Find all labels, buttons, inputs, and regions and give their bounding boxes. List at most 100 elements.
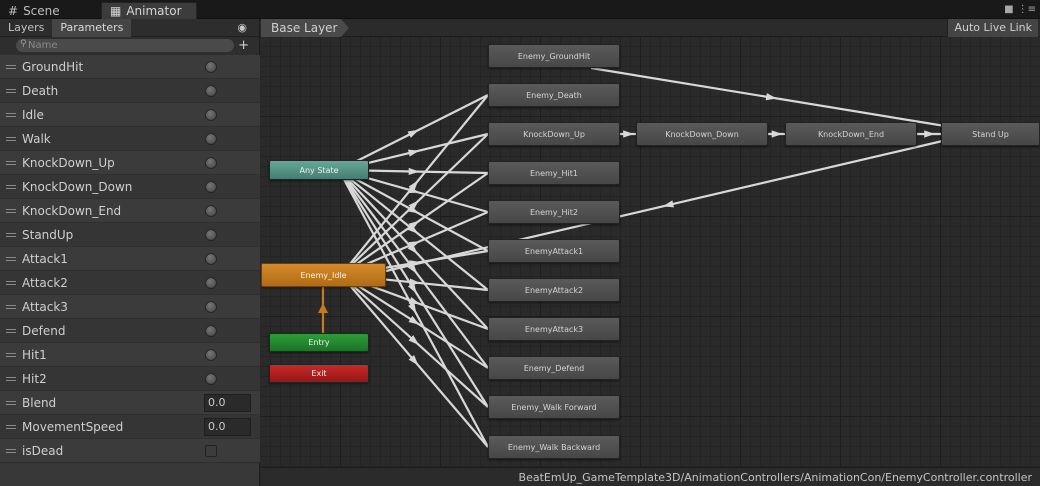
state-enemy-walk-backward[interactable]: Enemy_Walk Backward: [488, 435, 620, 459]
trigger-toggle[interactable]: [205, 61, 217, 73]
tab-parameters[interactable]: Parameters: [52, 18, 132, 37]
parameter-row[interactable]: GroundHit: [0, 55, 260, 79]
parameter-name: GroundHit: [22, 59, 84, 74]
parameter-row[interactable]: Attack2: [0, 271, 260, 295]
state-enemy-walk-forward[interactable]: Enemy_Walk Forward: [488, 395, 620, 419]
parameter-row[interactable]: Idle: [0, 103, 260, 127]
controller-path: BeatEmUp_GameTemplate3D/AnimationControl…: [518, 471, 1032, 484]
drag-handle-icon[interactable]: [0, 232, 22, 237]
drag-handle-icon[interactable]: [0, 328, 22, 333]
state-any-state[interactable]: Any State: [269, 160, 369, 180]
animator-graph[interactable]: Base Layer Auto Live Link Enemy_GroundHi…: [261, 19, 1040, 486]
parameter-row[interactable]: Defend: [0, 319, 260, 343]
trigger-toggle[interactable]: [205, 181, 217, 193]
drag-handle-icon[interactable]: [0, 400, 22, 405]
tab-layers[interactable]: Layers: [0, 19, 52, 37]
drag-handle-icon[interactable]: [0, 352, 22, 357]
trigger-toggle[interactable]: [205, 85, 217, 97]
trigger-toggle[interactable]: [205, 325, 217, 337]
state-enemy-death[interactable]: Enemy_Death: [488, 83, 620, 107]
parameter-name: isDead: [22, 443, 64, 458]
state-enemy-idle[interactable]: Enemy_Idle: [261, 263, 386, 287]
parameter-row[interactable]: Blend 0.0: [0, 391, 260, 415]
drag-handle-icon[interactable]: [0, 208, 22, 213]
state-enemy-hit2[interactable]: Enemy_Hit2: [488, 200, 620, 224]
drag-handle-icon[interactable]: [0, 424, 22, 429]
trigger-toggle[interactable]: [205, 157, 217, 169]
state-stand-up[interactable]: Stand Up: [941, 122, 1040, 146]
drag-handle-icon[interactable]: [0, 88, 22, 93]
drag-handle-icon[interactable]: [0, 376, 22, 381]
parameter-name: Hit2: [22, 371, 47, 386]
parameter-name: Attack2: [22, 275, 68, 290]
drag-handle-icon[interactable]: [0, 136, 22, 141]
parameter-row[interactable]: Hit1: [0, 343, 260, 367]
float-value-field[interactable]: 0.0: [204, 418, 251, 436]
state-enemy-attack3[interactable]: EnemyAttack3: [488, 317, 620, 341]
state-enemy-groundhit[interactable]: Enemy_GroundHit: [488, 44, 620, 68]
state-enemy-attack2[interactable]: EnemyAttack2: [488, 278, 620, 302]
bool-checkbox[interactable]: [205, 445, 217, 457]
tab-scene[interactable]: # Scene: [0, 2, 96, 19]
trigger-toggle[interactable]: [205, 229, 217, 241]
parameter-name: Death: [22, 83, 59, 98]
state-enemy-hit1[interactable]: Enemy_Hit1: [488, 161, 620, 185]
transition-arrow: [408, 302, 417, 314]
eye-icon[interactable]: ◉: [237, 21, 247, 34]
trigger-toggle[interactable]: [205, 253, 217, 265]
parameter-row[interactable]: Death: [0, 79, 260, 103]
parameter-name: Defend: [22, 323, 66, 338]
trigger-toggle[interactable]: [205, 301, 217, 313]
trigger-toggle[interactable]: [205, 349, 217, 361]
transition-arrow: [662, 200, 674, 208]
state-entry[interactable]: Entry: [269, 333, 369, 352]
state-enemy-defend[interactable]: Enemy_Defend: [488, 356, 620, 380]
parameter-row[interactable]: MovementSpeed 0.0: [0, 415, 260, 439]
drag-handle-icon[interactable]: [0, 280, 22, 285]
parameter-name: KnockDown_End: [22, 203, 122, 218]
auto-live-link-button[interactable]: Auto Live Link: [947, 19, 1038, 37]
parameter-name: Attack1: [22, 251, 68, 266]
trigger-toggle[interactable]: [205, 205, 217, 217]
breadcrumb-base-layer[interactable]: Base Layer: [261, 19, 349, 37]
drag-handle-icon[interactable]: [0, 184, 22, 189]
state-enemy-attack1[interactable]: EnemyAttack1: [488, 239, 620, 263]
drag-handle-icon[interactable]: [0, 448, 22, 453]
parameter-row[interactable]: KnockDown_End: [0, 199, 260, 223]
parameter-row[interactable]: Attack3: [0, 295, 260, 319]
trigger-toggle[interactable]: [205, 109, 217, 121]
parameter-row[interactable]: isDead: [0, 439, 260, 463]
transition-arrow: [623, 130, 634, 138]
drag-handle-icon[interactable]: [0, 64, 22, 69]
parameter-row[interactable]: Attack1: [0, 247, 260, 271]
trigger-toggle[interactable]: [205, 373, 217, 385]
parameter-name: Walk: [22, 131, 51, 146]
lock-icon[interactable]: ■: [1004, 4, 1013, 15]
transition-arrow: [771, 130, 783, 138]
parameter-name: StandUp: [22, 227, 74, 242]
add-parameter-button[interactable]: +: [238, 38, 249, 53]
state-knockdown-down[interactable]: KnockDown_Down: [636, 122, 768, 146]
animator-icon: ▦: [110, 4, 122, 18]
parameter-row[interactable]: Walk: [0, 127, 260, 151]
float-value-field[interactable]: 0.0: [204, 394, 251, 412]
menu-icon[interactable]: ⋮≡: [1018, 4, 1036, 15]
status-bar: BeatEmUp_GameTemplate3D/AnimationControl…: [261, 467, 1040, 486]
drag-handle-icon[interactable]: [0, 112, 22, 117]
search-input[interactable]: ⚲ Name: [16, 39, 234, 52]
state-knockdown-end[interactable]: KnockDown_End: [785, 122, 917, 146]
parameter-name: Blend: [22, 395, 57, 410]
trigger-toggle[interactable]: [205, 277, 217, 289]
trigger-toggle[interactable]: [205, 133, 217, 145]
tab-animator[interactable]: ▦ Animator: [101, 2, 197, 19]
parameter-row[interactable]: KnockDown_Down: [0, 175, 260, 199]
parameter-row[interactable]: Hit2: [0, 367, 260, 391]
state-exit[interactable]: Exit: [269, 364, 369, 383]
state-knockdown-up[interactable]: KnockDown_Up: [488, 122, 620, 146]
parameter-row[interactable]: KnockDown_Up: [0, 151, 260, 175]
transition-arrow: [407, 149, 420, 157]
drag-handle-icon[interactable]: [0, 256, 22, 261]
drag-handle-icon[interactable]: [0, 160, 22, 165]
parameter-row[interactable]: StandUp: [0, 223, 260, 247]
drag-handle-icon[interactable]: [0, 304, 22, 309]
